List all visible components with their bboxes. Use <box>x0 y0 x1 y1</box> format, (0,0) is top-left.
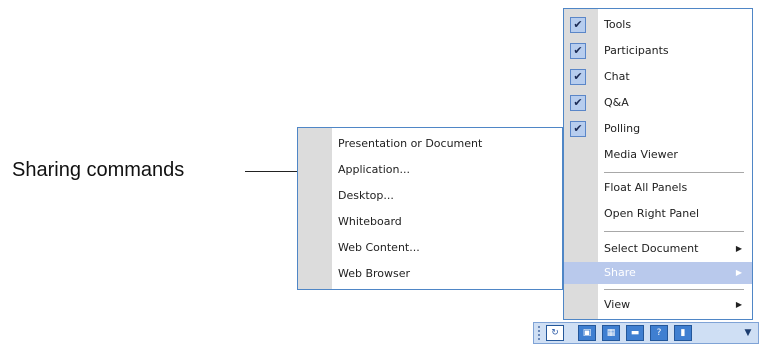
share-submenu: Presentation or Document Application... … <box>297 127 563 290</box>
menu-item-label: Participants <box>604 44 669 57</box>
callout-label: Sharing commands <box>12 159 185 181</box>
toolbar-dropdown-icon[interactable]: ▼ <box>741 325 755 341</box>
menu-item-label: Open Right Panel <box>604 207 700 220</box>
menu-item-share[interactable]: Share ▶ <box>564 262 752 284</box>
menu-item-whiteboard[interactable]: Whiteboard <box>298 211 562 233</box>
menu-item-label: Web Browser <box>338 267 411 280</box>
menu-separator <box>604 289 744 290</box>
menu-separator <box>604 231 744 232</box>
menu-item-application[interactable]: Application... <box>298 159 562 181</box>
polling-icon[interactable]: ▮ <box>674 325 692 341</box>
checkmark-icon: ✔ <box>570 95 586 111</box>
menu-item-label: Q&A <box>604 96 629 109</box>
menu-item-participants[interactable]: ✔ Participants <box>564 40 752 62</box>
menu-item-select-document[interactable]: Select Document ▶ <box>564 238 752 260</box>
participants-icon[interactable]: ▦ <box>602 325 620 341</box>
checkmark-icon: ✔ <box>570 121 586 137</box>
menu-item-label: Web Content... <box>338 241 420 254</box>
menu-item-label: Share <box>604 266 636 279</box>
menu-item-web-browser[interactable]: Web Browser <box>298 263 562 285</box>
menu-item-media-viewer[interactable]: Media Viewer <box>564 144 752 166</box>
submenu-arrow-icon: ▶ <box>735 300 742 309</box>
submenu-arrow-icon: ▶ <box>735 268 742 277</box>
submenu-arrow-icon: ▶ <box>735 244 742 253</box>
menu-item-label: Polling <box>604 122 641 135</box>
menu-item-polling[interactable]: ✔ Polling <box>564 118 752 140</box>
menu-item-label: Media Viewer <box>604 148 678 161</box>
menu-item-chat[interactable]: ✔ Chat <box>564 66 752 88</box>
menu-item-label: Tools <box>604 18 632 31</box>
qa-icon[interactable]: ? <box>650 325 668 341</box>
document-icon[interactable]: ▣ <box>578 325 596 341</box>
toolbar-grip-handle[interactable] <box>538 326 543 340</box>
menu-item-tools[interactable]: ✔ Tools <box>564 14 752 36</box>
menu-item-label: Presentation or Document <box>338 137 483 150</box>
menu-item-qa[interactable]: ✔ Q&A <box>564 92 752 114</box>
menu-item-desktop[interactable]: Desktop... <box>298 185 562 207</box>
panel-options-menu: ✔ Tools ✔ Participants ✔ Chat ✔ Q&A ✔ Po… <box>563 8 753 320</box>
menu-item-label: Float All Panels <box>604 181 688 194</box>
checkmark-icon: ✔ <box>570 17 586 33</box>
checkmark-icon: ✔ <box>570 43 586 59</box>
menu-item-label: Application... <box>338 163 410 176</box>
refresh-icon[interactable]: ↻ <box>546 325 564 341</box>
menu-item-web-content[interactable]: Web Content... <box>298 237 562 259</box>
menu-item-label: Desktop... <box>338 189 394 202</box>
menu-item-view[interactable]: View ▶ <box>564 294 752 316</box>
menu-item-presentation-or-document[interactable]: Presentation or Document <box>298 133 562 155</box>
checkmark-icon: ✔ <box>570 69 586 85</box>
menu-item-float-all-panels[interactable]: Float All Panels <box>564 177 752 199</box>
menu-item-label: Whiteboard <box>338 215 402 228</box>
menu-separator <box>604 172 744 173</box>
panel-toolbar: ↻ ▣ ▦ ▬ ? ▮ ▼ <box>533 322 759 344</box>
menu-item-label: Chat <box>604 70 630 83</box>
menu-item-open-right-panel[interactable]: Open Right Panel <box>564 203 752 225</box>
chat-icon[interactable]: ▬ <box>626 325 644 341</box>
menu-item-label: Select Document <box>604 242 699 255</box>
menu-item-label: View <box>604 298 631 311</box>
